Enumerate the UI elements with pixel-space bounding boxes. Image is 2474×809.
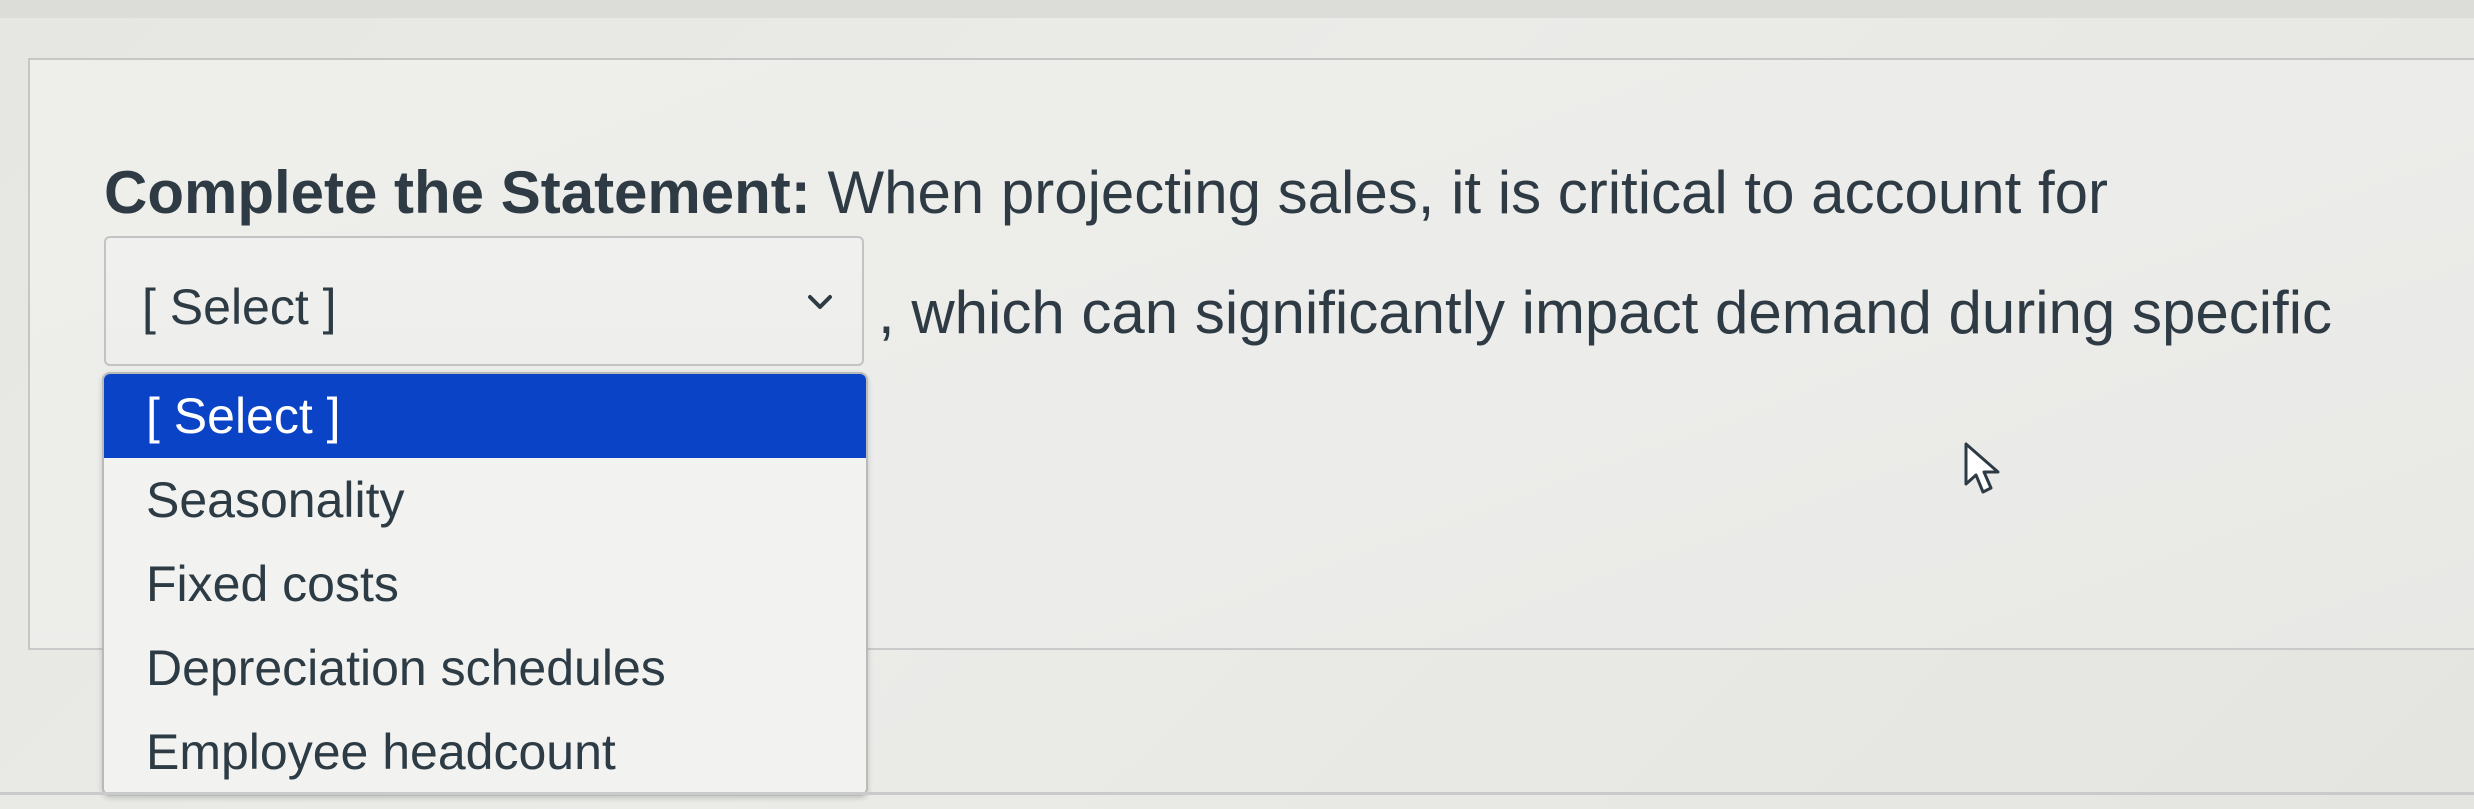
prompt-label: Complete the Statement: xyxy=(104,159,811,226)
option-employee-headcount[interactable]: Employee headcount xyxy=(104,710,866,794)
answer-select[interactable]: [ Select ] xyxy=(104,236,864,366)
statement-text-after: , which can significantly impact demand … xyxy=(878,279,2333,346)
statement-text-before: When projecting sales, it is critical to… xyxy=(827,159,2108,226)
option-depreciation-schedules[interactable]: Depreciation schedules xyxy=(104,626,866,710)
option-seasonality[interactable]: Seasonality xyxy=(104,458,866,542)
top-strip xyxy=(0,0,2474,18)
mouse-pointer-icon xyxy=(1962,440,2006,500)
option-select-placeholder[interactable]: [ Select ] xyxy=(104,374,866,458)
question-statement: Complete the Statement: When projecting … xyxy=(104,158,2108,227)
select-current-value: [ Select ] xyxy=(142,279,337,335)
divider xyxy=(0,792,2474,795)
chevron-down-icon xyxy=(800,282,840,322)
option-fixed-costs[interactable]: Fixed costs xyxy=(104,542,866,626)
select-options-list: [ Select ] Seasonality Fixed costs Depre… xyxy=(102,372,868,796)
